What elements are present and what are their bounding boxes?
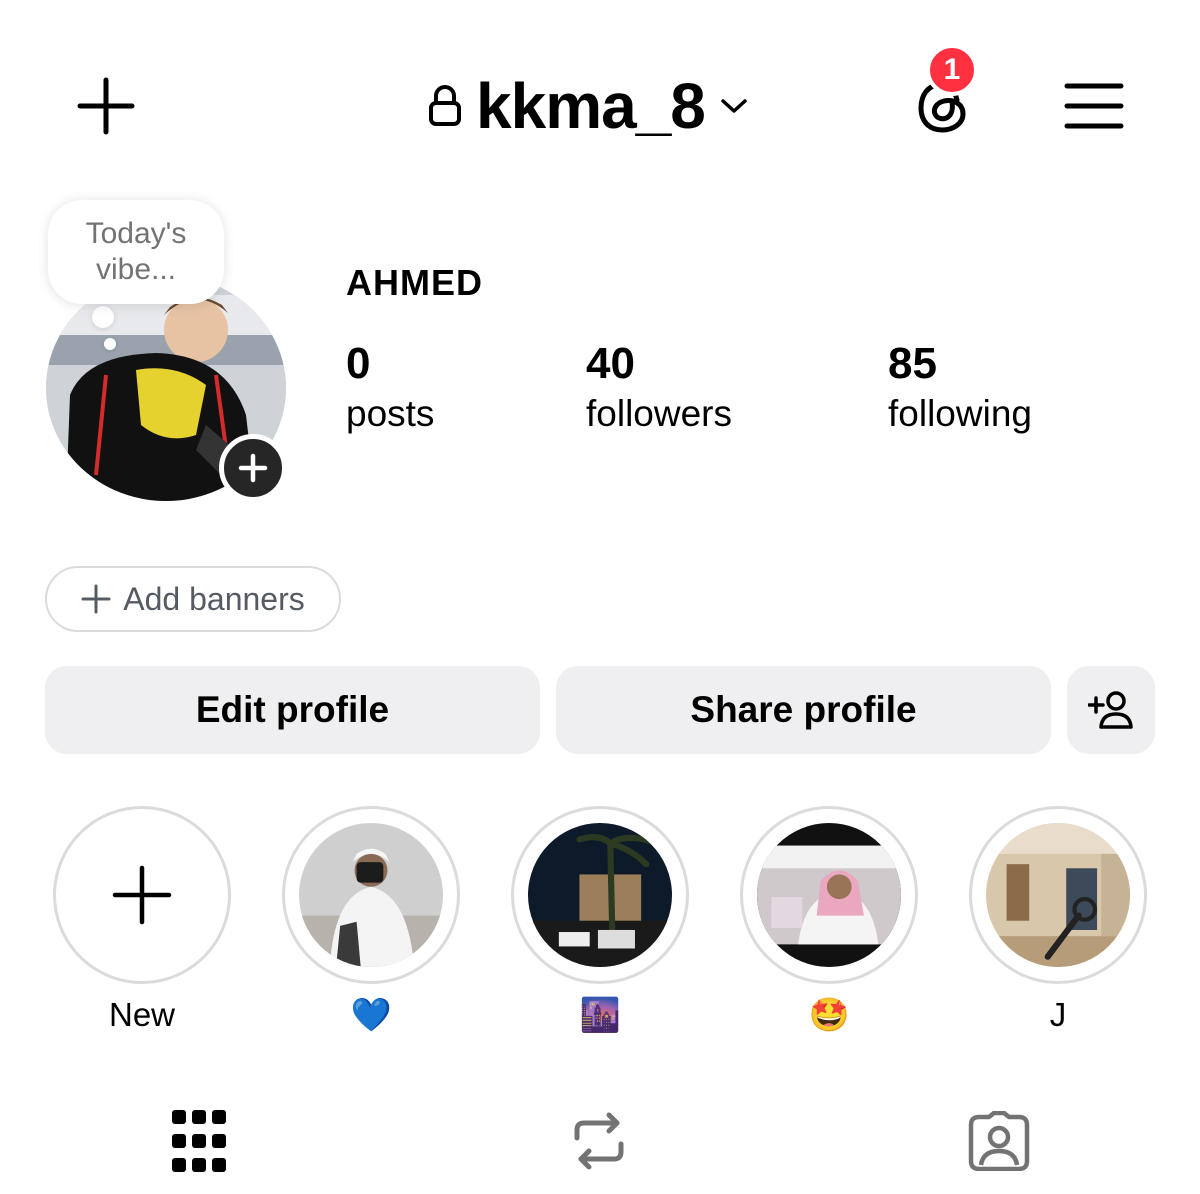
highlight-label: New: [108, 996, 176, 1033]
add-banners-button[interactable]: Add banners: [45, 566, 341, 632]
highlight-item[interactable]: [969, 806, 1147, 984]
posts-count: 0: [346, 339, 371, 388]
edit-profile-button[interactable]: Edit profile: [45, 666, 540, 754]
note-bubble-tail-small: [104, 338, 116, 350]
display-name: AHMED: [346, 262, 483, 303]
note-bubble-tail: [92, 306, 114, 328]
following-count: 85: [888, 339, 937, 388]
highlight-label: J: [1049, 996, 1067, 1033]
tab-posts-grid[interactable]: [164, 1106, 234, 1176]
grid-icon: [172, 1110, 226, 1172]
posts-stat[interactable]: 0 posts: [346, 340, 434, 440]
add-story-button[interactable]: [219, 434, 287, 502]
new-highlight-button[interactable]: [53, 806, 231, 984]
highlight-cover-image: [528, 823, 672, 967]
highlight-cover: [520, 815, 680, 975]
edit-profile-label: Edit profile: [195, 689, 390, 730]
menu-button[interactable]: [1062, 78, 1126, 134]
highlight-cover-image: [757, 823, 901, 967]
highlight-label: 💙: [350, 996, 392, 1033]
highlight-cover: [749, 815, 909, 975]
highlight-item[interactable]: [282, 806, 460, 984]
notification-badge: 1: [926, 44, 978, 96]
add-person-icon: [1088, 691, 1133, 729]
account-switcher[interactable]: kkma_8: [428, 70, 749, 142]
highlight-label: 🤩: [808, 996, 850, 1033]
hamburger-menu-icon: [1064, 83, 1124, 129]
highlight-cover-image: [986, 823, 1130, 967]
followers-label: followers: [586, 393, 732, 434]
plus-icon: [77, 77, 135, 135]
discover-people-button[interactable]: [1067, 666, 1155, 754]
following-stat[interactable]: 85 following: [888, 340, 1032, 440]
followers-stat[interactable]: 40 followers: [586, 340, 732, 440]
followers-count: 40: [586, 339, 635, 388]
highlight-item[interactable]: [511, 806, 689, 984]
highlight-cover: [291, 815, 451, 975]
tab-tagged[interactable]: [964, 1106, 1034, 1176]
new-post-button[interactable]: [72, 72, 140, 140]
highlight-label: 🌆: [579, 996, 621, 1033]
username: kkma_8: [476, 70, 706, 142]
add-banners-label: Add banners: [123, 580, 305, 617]
plus-icon: [112, 865, 172, 925]
reposts-icon: [574, 1112, 624, 1170]
share-profile-button[interactable]: Share profile: [556, 666, 1051, 754]
following-label: following: [888, 393, 1032, 434]
share-profile-label: Share profile: [690, 689, 917, 730]
highlight-cover-image: [299, 823, 443, 967]
highlight-cover: [978, 815, 1138, 975]
highlight-item[interactable]: [740, 806, 918, 984]
note-text: Today's vibe...: [85, 217, 187, 286]
tagged-icon: [968, 1111, 1030, 1171]
plus-icon: [238, 453, 268, 483]
lock-icon: [429, 85, 461, 126]
note-bubble[interactable]: Today's vibe...: [48, 200, 224, 304]
tab-reposts[interactable]: [564, 1106, 634, 1176]
plus-icon: [81, 584, 111, 614]
chevron-down-icon: [721, 99, 747, 113]
posts-label: posts: [346, 393, 435, 434]
